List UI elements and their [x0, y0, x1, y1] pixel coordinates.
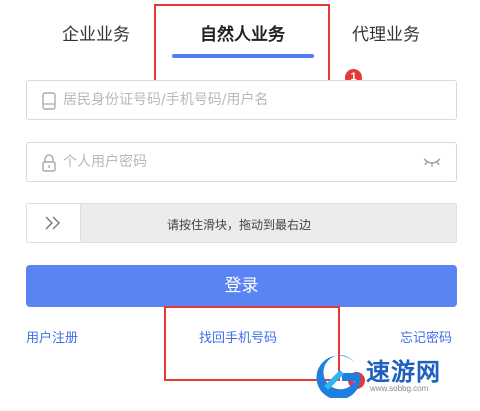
tab-agent[interactable]: 代理业务: [352, 20, 420, 45]
slider-hint: 请按住滑块，拖动到最右边: [167, 218, 312, 232]
slider-handle[interactable]: [27, 204, 81, 242]
annotation-box-tab: [154, 4, 330, 85]
phone-icon: [42, 92, 56, 110]
double-chevron-right-icon: [45, 216, 60, 230]
account-input[interactable]: [63, 81, 423, 119]
account-field: [26, 80, 457, 120]
watermark: 速游网 www.sobbg.com: [314, 346, 480, 402]
watermark-url: www.sobbg.com: [370, 384, 429, 393]
slide-captcha: 请按住滑块，拖动到最右边: [26, 203, 457, 243]
eye-closed-icon[interactable]: [422, 155, 442, 169]
lock-icon: [42, 154, 56, 172]
watermark-logo-icon: [316, 355, 361, 398]
watermark-text: 速游网: [366, 359, 441, 386]
password-input[interactable]: [63, 143, 423, 181]
register-link[interactable]: 用户注册: [26, 327, 78, 346]
password-field: [26, 142, 457, 182]
tab-enterprise[interactable]: 企业业务: [62, 20, 130, 45]
login-button[interactable]: 登录: [26, 265, 457, 307]
forgot-password-link[interactable]: 忘记密码: [400, 327, 452, 346]
